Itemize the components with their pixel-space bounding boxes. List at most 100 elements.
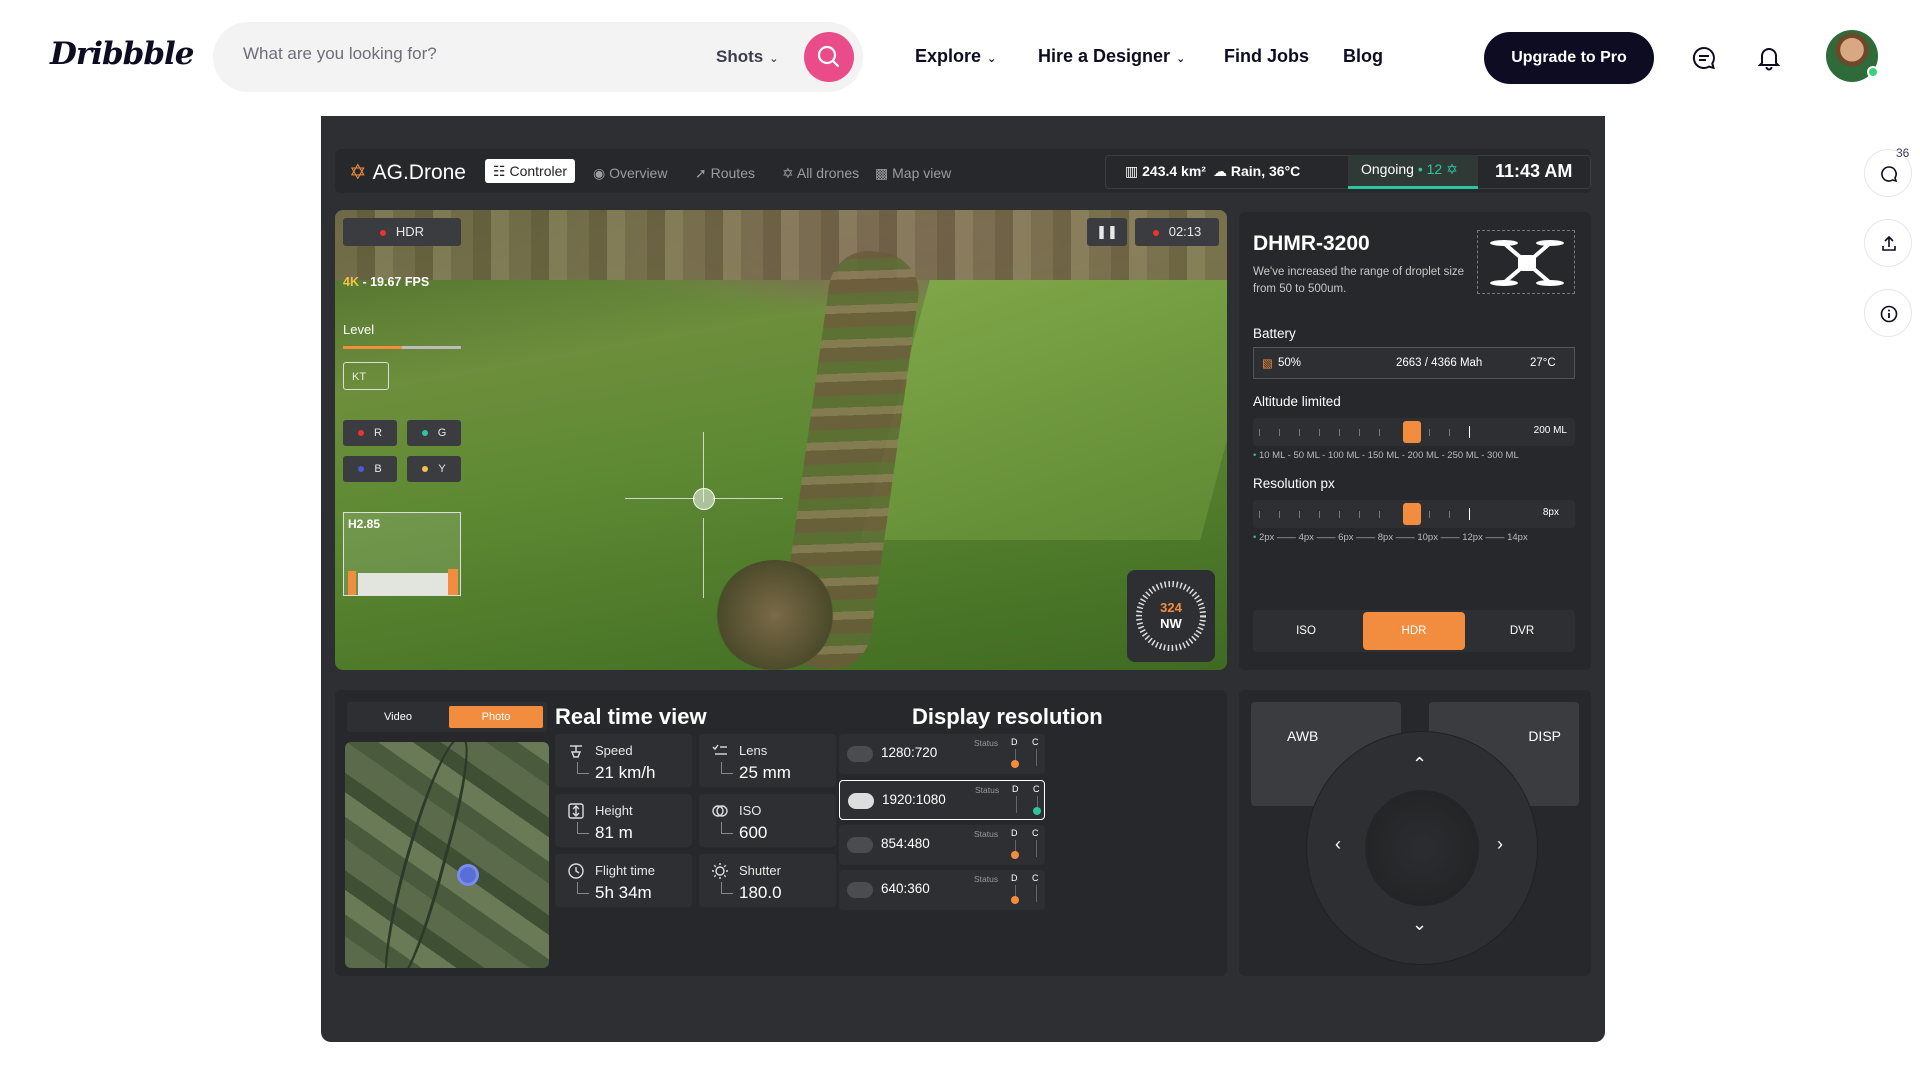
drone-location-pin [457,864,479,886]
search-icon [817,45,840,68]
hdr-indicator[interactable]: HDR [343,218,461,246]
c-label: C [1033,784,1040,794]
tab-all-drones-label: All drones [796,165,860,181]
altitude-slider[interactable]: 200 ML [1253,418,1575,446]
drone-description: We've increased the range of droplet siz… [1253,266,1465,295]
channel-g-label: G [437,427,447,439]
app-brand: ✡ AG.Drone [349,160,466,185]
status-indicator [1011,851,1019,859]
tab-overview[interactable]: ◉ Overview [593,161,667,185]
nav-find-jobs[interactable]: Find Jobs [1224,46,1309,67]
tab-routes[interactable]: ➚ Routes [695,161,755,185]
channel-b-button[interactable]: B [343,456,397,482]
compass: 324 NW [1127,570,1215,662]
resolution-option[interactable]: 1920:1080 Status D C [839,780,1045,820]
chevron-down-icon[interactable]: ⌄ [1412,914,1427,935]
altitude-scale-values: 10 ML - 50 ML - 100 ML - 150 ML - 200 ML… [1258,450,1519,461]
resolution-toggle[interactable] [848,793,874,809]
resolution-toggle[interactable] [847,837,873,853]
histogram-label: H2.85 [348,517,381,531]
bell-icon[interactable] [1755,44,1783,72]
resolution-option[interactable]: 640:360 Status D C [839,870,1045,910]
info-button[interactable] [1864,289,1912,337]
d-label: D [1011,873,1018,883]
chevron-right-icon[interactable]: › [1497,834,1503,855]
info-icon [1880,305,1898,323]
channel-g-button[interactable]: G [407,420,461,446]
nav-blog[interactable]: Blog [1343,46,1383,67]
histogram-graph [348,569,458,595]
upgrade-button[interactable]: Upgrade to Pro [1484,32,1654,84]
site-header: Dribbble Shots ⌄ Explore ⌄ Hire a Designer… [0,0,1920,116]
resolution-scale: • 2px —— 4px —— 6px —— 8px —— 10px —— 12… [1253,532,1585,543]
ongoing-count-value: 12 [1426,161,1443,177]
kt-button[interactable]: KT [343,362,389,390]
c-label: C [1032,873,1039,883]
messages-icon[interactable] [1690,44,1718,72]
eye-icon: ◉ [593,165,610,181]
realtime-panel: Video Photo Real time view Display resol… [335,690,1227,976]
search-input[interactable] [243,44,663,64]
status-indicator [1033,807,1041,815]
yellow-dot [422,466,429,473]
nav-explore[interactable]: Explore ⌄ [915,46,996,67]
dpad-center-button[interactable] [1365,790,1479,906]
altitude-slider-thumb[interactable] [1403,421,1421,443]
metric-value: 81 m [595,823,633,842]
comment-icon [1881,166,1898,183]
awb-label: AWB [1287,728,1319,744]
mode-hdr[interactable]: HDR [1363,612,1465,650]
direction-controller: AWB DISP ⌃ ⌄ ‹ › [1239,690,1591,976]
dpad: ⌃ ⌄ ‹ › [1307,732,1537,964]
nav-explore-label: Explore [915,46,982,66]
drone-model: DHMR-3200 [1253,232,1370,255]
chevron-left-icon[interactable]: ‹ [1335,834,1341,855]
mode-iso[interactable]: ISO [1255,612,1357,650]
tab-routes-label: Routes [710,165,755,181]
tab-map-view[interactable]: ▩ Map view [875,161,951,185]
dribbble-logo[interactable]: Dribbble [50,36,195,72]
toggle-video[interactable]: Video [351,706,445,728]
tab-controler[interactable]: ☷ Controler [485,159,576,183]
channel-y-button[interactable]: Y [407,456,461,482]
disp-label: DISP [1528,728,1561,744]
battery-percent: 50% [1278,357,1302,369]
channel-b-label: B [374,463,382,475]
channel-r-button[interactable]: R [343,420,397,446]
video-photo-toggle: Video Photo [347,702,547,732]
altitude-scale: • 10 ML - 50 ML - 100 ML - 150 ML - 200 … [1253,450,1585,461]
chevron-up-icon[interactable]: ⌃ [1412,754,1427,775]
resolution-toggle[interactable] [847,746,873,762]
resolution-option-label: 640:360 [881,881,930,896]
route-icon: ➚ [695,165,711,181]
toggle-photo[interactable]: Photo [449,706,543,728]
altitude-value: 200 ML [1533,425,1567,436]
resolution-toggle[interactable] [847,882,873,898]
drone-image [1477,230,1575,294]
resolution-slider[interactable]: 8px [1253,500,1575,528]
share-button[interactable] [1864,219,1912,267]
pause-button[interactable]: ❚❚ [1087,218,1127,246]
crosshair-bottom [703,518,704,598]
weather-stat: ☁ Rain, 36°C [1213,149,1300,193]
resolution-option[interactable]: 1280:720 Status D C [839,734,1045,774]
green-dot [421,430,428,437]
metric-shutter: Shutter 180.0 [699,854,836,907]
tab-all-drones[interactable]: ✡ All drones [782,161,859,185]
avatar[interactable] [1826,30,1879,82]
search-scope-dropdown[interactable]: Shots ⌄ [716,47,778,67]
resolution-slider-thumb[interactable] [1403,503,1421,525]
search-button[interactable] [804,32,854,82]
mini-map[interactable] [345,742,549,968]
battery-capacity: 2663 / 4366 Mah [1396,357,1483,369]
drone-icon: ✡ [1446,161,1458,177]
chevron-down-icon: ⌄ [987,53,997,65]
chevron-down-icon: ⌄ [769,53,779,65]
level-label: Level [343,322,375,337]
resolution-option[interactable]: 854:480 Status D C [839,825,1045,865]
tab-controler-label: Controler [509,163,568,179]
fps-resolution: 4K [343,275,359,289]
drone-icon: ✡ [782,165,797,181]
nav-hire-designer[interactable]: Hire a Designer ⌄ [1038,46,1185,67]
mode-dvr[interactable]: DVR [1471,612,1573,650]
